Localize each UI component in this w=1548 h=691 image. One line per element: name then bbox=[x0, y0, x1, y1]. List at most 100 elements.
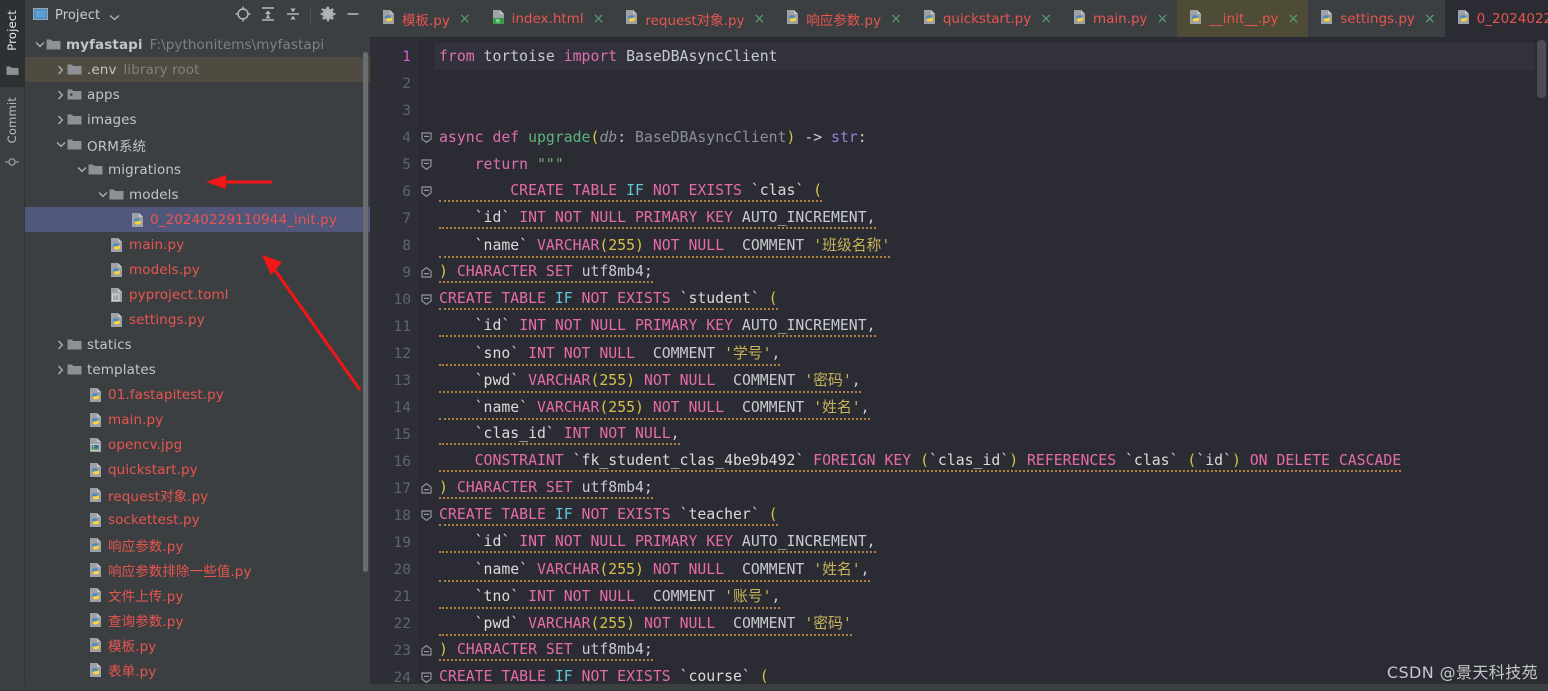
tree-expand-arrow[interactable] bbox=[54, 89, 67, 100]
expand-all-icon[interactable] bbox=[260, 6, 276, 26]
editor-tab[interactable]: Hindex.html × bbox=[480, 0, 614, 37]
fold-marker-slot[interactable] bbox=[418, 502, 435, 529]
close-icon[interactable]: × bbox=[1040, 11, 1052, 27]
code-line[interactable]: CREATE TABLE IF NOT EXISTS `clas` ( bbox=[435, 178, 1548, 205]
code-line[interactable]: async def upgrade(db: BaseDBAsyncClient)… bbox=[435, 124, 1548, 151]
code-line[interactable]: `id` INT NOT NULL PRIMARY KEY AUTO_INCRE… bbox=[435, 205, 1548, 232]
code-line[interactable]: `clas_id` INT NOT NULL, bbox=[435, 421, 1548, 448]
tree-row[interactable]: apps bbox=[25, 82, 370, 107]
code-line[interactable]: ) CHARACTER SET utf8mb4; bbox=[435, 475, 1548, 502]
tree-row[interactable]: myfastapi F:\pythonitems\myfastapi bbox=[25, 32, 370, 57]
fold-marker-slot[interactable] bbox=[418, 637, 435, 664]
tree-expand-arrow[interactable] bbox=[54, 339, 67, 350]
tree-row[interactable]: 响应参数排除一些值.py bbox=[25, 557, 370, 582]
close-icon[interactable]: × bbox=[753, 11, 765, 27]
chevron-down-icon[interactable] bbox=[109, 6, 120, 25]
editor-tab-bar[interactable]: 模板.py × Hindex.html × request对象.py × 响应参数.py × q… bbox=[370, 0, 1548, 38]
tree-expand-arrow[interactable] bbox=[54, 141, 67, 148]
code-line[interactable]: ) CHARACTER SET utf8mb4; bbox=[435, 637, 1548, 664]
code-line[interactable]: `tno` INT NOT NULL COMMENT '账号', bbox=[435, 583, 1548, 610]
tree-row[interactable]: 查询参数.py bbox=[25, 607, 370, 632]
tree-row[interactable]: migrations bbox=[25, 157, 370, 182]
tree-row[interactable]: 表单.py bbox=[25, 657, 370, 682]
fold-marker-slot[interactable] bbox=[418, 448, 435, 475]
tree-row[interactable]: 模板.py bbox=[25, 632, 370, 657]
tree-expand-arrow[interactable] bbox=[54, 114, 67, 125]
close-icon[interactable]: × bbox=[1424, 11, 1436, 27]
fold-marker-slot[interactable] bbox=[418, 556, 435, 583]
code-line[interactable]: `id` INT NOT NULL PRIMARY KEY AUTO_INCRE… bbox=[435, 313, 1548, 340]
editor-vertical-scrollbar[interactable] bbox=[1535, 38, 1548, 691]
tree-row[interactable]: 文件上传.py bbox=[25, 582, 370, 607]
editor-tab[interactable]: quickstart.py × bbox=[911, 0, 1061, 37]
fold-marker-slot[interactable] bbox=[418, 313, 435, 340]
code-line[interactable]: `pwd` VARCHAR(255) NOT NULL COMMENT '密码' bbox=[435, 610, 1548, 637]
editor-tab[interactable]: request对象.py × bbox=[613, 0, 774, 37]
gear-icon[interactable] bbox=[320, 6, 336, 26]
code-line[interactable]: return """ bbox=[435, 151, 1548, 178]
tree-expand-arrow[interactable] bbox=[75, 166, 88, 173]
editor-tab[interactable]: 响应参数.py × bbox=[774, 0, 911, 37]
project-file-tree[interactable]: myfastapi F:\pythonitems\myfastapi .env lib… bbox=[25, 31, 370, 691]
code-line[interactable]: ) CHARACTER SET utf8mb4; bbox=[435, 259, 1548, 286]
tree-row[interactable]: models bbox=[25, 182, 370, 207]
tree-row[interactable]: main.py bbox=[25, 232, 370, 257]
tree-row[interactable]: Tpyproject.toml bbox=[25, 282, 370, 307]
tree-row[interactable]: quickstart.py bbox=[25, 457, 370, 482]
tree-row[interactable]: 响应参数.py bbox=[25, 532, 370, 557]
fold-marker-slot[interactable] bbox=[418, 178, 435, 205]
code-line[interactable] bbox=[435, 97, 1548, 124]
code-line[interactable]: `sno` INT NOT NULL COMMENT '学号', bbox=[435, 340, 1548, 367]
close-icon[interactable]: × bbox=[1157, 11, 1169, 27]
fold-marker-slot[interactable] bbox=[418, 340, 435, 367]
fold-marker-slot[interactable] bbox=[418, 232, 435, 259]
code-line[interactable]: `pwd` VARCHAR(255) NOT NULL COMMENT '密码'… bbox=[435, 367, 1548, 394]
fold-marker-slot[interactable] bbox=[418, 286, 435, 313]
tree-row[interactable]: 0_20240229110944_init.py bbox=[25, 207, 370, 232]
tree-row[interactable]: .env library root bbox=[25, 57, 370, 82]
tool-window-button-project[interactable]: Project bbox=[5, 4, 19, 57]
tree-row[interactable]: templates bbox=[25, 357, 370, 382]
fold-marker-slot[interactable] bbox=[418, 124, 435, 151]
collapse-all-icon[interactable] bbox=[285, 6, 301, 26]
tree-row[interactable]: main.py bbox=[25, 407, 370, 432]
fold-marker-slot[interactable] bbox=[418, 475, 435, 502]
fold-marker-slot[interactable] bbox=[418, 43, 435, 70]
fold-marker-slot[interactable] bbox=[418, 367, 435, 394]
code-line[interactable]: `id` INT NOT NULL PRIMARY KEY AUTO_INCRE… bbox=[435, 529, 1548, 556]
fold-marker-slot[interactable] bbox=[418, 610, 435, 637]
editor-tab[interactable]: 0_20240229110944_init.py bbox=[1444, 0, 1548, 37]
editor-tab[interactable]: __init__.py × bbox=[1177, 0, 1309, 37]
code-editor[interactable]: 1 2 3 4 5 6 7 8 9 10 11 12 13 14 15 16 17 18 19 20 21 22 23 24 … bbox=[370, 38, 1548, 691]
select-opened-file-icon[interactable] bbox=[235, 6, 251, 26]
fold-marker-slot[interactable] bbox=[418, 529, 435, 556]
tree-row[interactable]: 01.fastapitest.py bbox=[25, 382, 370, 407]
code-content[interactable]: from tortoise import BaseDBAsyncClient a… bbox=[435, 38, 1548, 691]
project-scrollbar-thumb[interactable] bbox=[363, 52, 368, 572]
tree-row[interactable]: models.py bbox=[25, 257, 370, 282]
code-line[interactable]: CREATE TABLE IF NOT EXISTS `teacher` ( bbox=[435, 502, 1548, 529]
fold-marker-slot[interactable] bbox=[418, 97, 435, 124]
close-icon[interactable]: × bbox=[890, 11, 902, 27]
tree-row[interactable]: settings.py bbox=[25, 307, 370, 332]
editor-scrollbar-thumb[interactable] bbox=[1537, 40, 1546, 98]
fold-marker-slot[interactable] bbox=[418, 583, 435, 610]
tree-expand-arrow[interactable] bbox=[54, 364, 67, 375]
fold-marker-slot[interactable] bbox=[418, 205, 435, 232]
code-line[interactable] bbox=[435, 70, 1548, 97]
close-icon[interactable]: × bbox=[1288, 11, 1300, 27]
fold-marker-slot[interactable] bbox=[418, 151, 435, 178]
tree-row[interactable]: opencv.jpg bbox=[25, 432, 370, 457]
editor-tab[interactable]: settings.py × bbox=[1308, 0, 1444, 37]
tree-expand-arrow[interactable] bbox=[96, 191, 109, 198]
editor-tab[interactable]: 模板.py × bbox=[370, 0, 480, 37]
fold-marker-slot[interactable] bbox=[418, 259, 435, 286]
fold-marker-slot[interactable] bbox=[418, 70, 435, 97]
tree-row[interactable]: request对象.py bbox=[25, 482, 370, 507]
tree-row[interactable]: sockettest.py bbox=[25, 507, 370, 532]
close-icon[interactable]: × bbox=[593, 11, 605, 27]
code-line[interactable]: `name` VARCHAR(255) NOT NULL COMMENT '班级… bbox=[435, 232, 1548, 259]
tree-row[interactable]: statics bbox=[25, 332, 370, 357]
tree-row[interactable]: images bbox=[25, 107, 370, 132]
tree-expand-arrow[interactable] bbox=[33, 41, 46, 48]
